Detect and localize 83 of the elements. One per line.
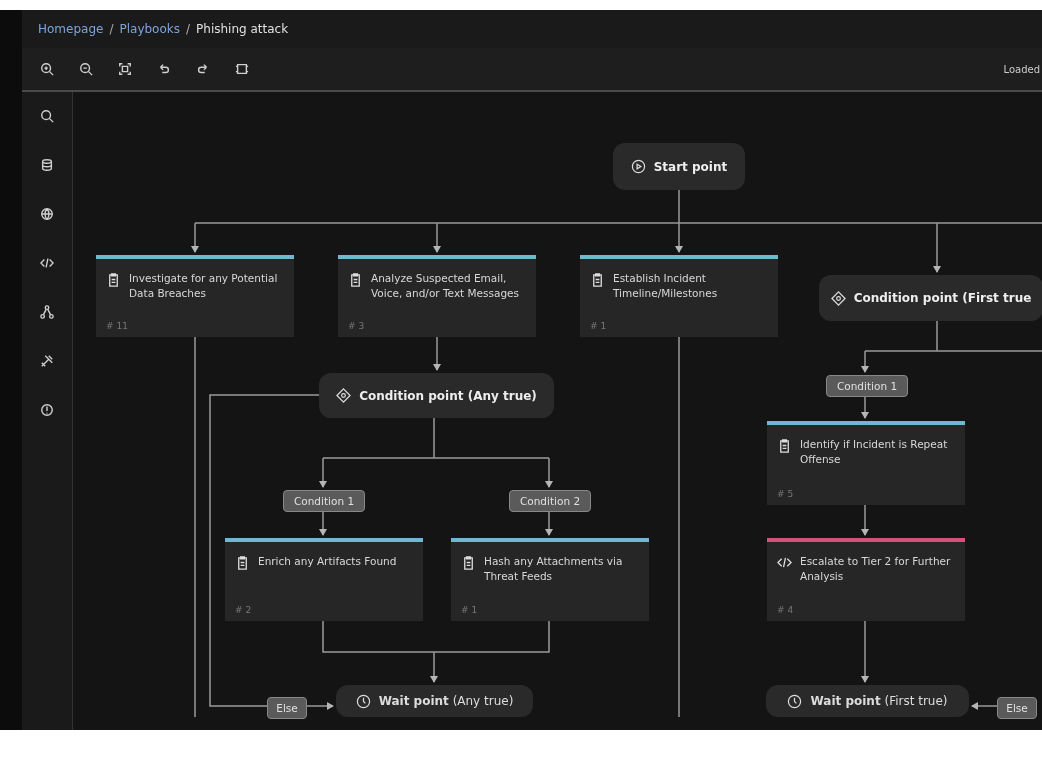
breadcrumb-link[interactable]: Homepage: [38, 22, 104, 36]
task-card[interactable]: Identify if Incident is Repeat Offense # 5: [767, 421, 965, 505]
connector-arrow: [933, 222, 941, 273]
clock-icon: [355, 693, 371, 709]
step-number: # 4: [777, 605, 794, 615]
step-number: # 5: [777, 489, 794, 499]
node-title: Wait point (Any true): [378, 694, 514, 708]
frame-icon[interactable]: [235, 62, 249, 76]
task-card[interactable]: Investigate for any Potential Data Breaches # 11: [96, 255, 294, 337]
task-card[interactable]: Analyze Suspected Email, Voice, and/or Text Messages # 3: [338, 255, 536, 337]
node-title: Start point: [653, 159, 728, 174]
connector-arrow: [319, 457, 327, 488]
connector-arrow: [319, 511, 327, 536]
task-title: Analyze Suspected Email, Voice, and/or Text Messages: [371, 271, 521, 301]
zoom-out-icon[interactable]: [79, 62, 93, 76]
node-title: Wait point (First true): [810, 694, 948, 708]
task-title: Investigate for any Potential Data Breaches: [129, 271, 279, 301]
clipboard-icon: [235, 555, 250, 570]
alert-icon[interactable]: [40, 403, 54, 417]
code-icon[interactable]: [40, 256, 54, 270]
play-circle-icon: [630, 159, 646, 174]
diamond-icon: [830, 290, 846, 306]
branch-label: Condition 1: [283, 490, 365, 512]
connector-arrow: [861, 350, 869, 373]
zoom-in-icon[interactable]: [40, 62, 54, 76]
connector-arrow: [861, 396, 869, 419]
connector-arrow: [971, 702, 998, 710]
branch-label: Condition 2: [509, 490, 591, 512]
clipboard-icon: [461, 555, 476, 570]
branch-label: Condition 1: [826, 375, 908, 397]
start-node[interactable]: Start point: [613, 143, 745, 190]
search-icon[interactable]: [40, 109, 54, 123]
connector-arrow: [191, 222, 199, 253]
connector-arrow: [306, 702, 334, 710]
code-icon: [777, 555, 792, 570]
connector-arrow: [430, 651, 438, 683]
fit-screen-icon[interactable]: [118, 62, 132, 76]
connector-arrow: [433, 222, 441, 253]
condition-node[interactable]: Condition point (First true: [819, 275, 1042, 321]
branch-label: Else: [997, 697, 1037, 719]
diamond-icon: [336, 388, 352, 403]
task-title: Escalate to Tier 2 for Further Analysis: [800, 554, 952, 584]
network-icon[interactable]: [40, 305, 54, 319]
database-icon[interactable]: [40, 158, 54, 172]
node-title: Condition point (First true: [853, 291, 1032, 305]
clipboard-icon: [106, 272, 121, 287]
step-number: # 1: [461, 605, 478, 615]
breadcrumb-current: Phishing attack: [196, 22, 289, 36]
clipboard-icon: [348, 272, 363, 287]
step-number: # 11: [106, 321, 128, 331]
task-title: Establish Incident Timeline/Milestones: [613, 271, 719, 301]
breadcrumb-separator: /: [109, 22, 114, 36]
step-number: # 2: [235, 605, 252, 615]
breadcrumb-link[interactable]: Playbooks: [119, 22, 180, 36]
connector-arrow: [675, 189, 683, 253]
connector-arrow: [545, 511, 553, 536]
task-card[interactable]: Hash any Attachments via Threat Feeds # 1: [451, 538, 649, 621]
connector-arrow: [433, 336, 441, 371]
step-number: # 1: [590, 321, 607, 331]
task-title: Identify if Incident is Repeat Offense: [800, 437, 949, 467]
wait-node[interactable]: Wait point (Any true): [336, 685, 533, 717]
task-card[interactable]: Enrich any Artifacts Found # 2: [225, 538, 423, 621]
task-card[interactable]: Establish Incident Timeline/Milestones # 1: [580, 255, 778, 337]
clipboard-icon: [590, 272, 605, 287]
clock-icon: [787, 693, 803, 709]
connector-arrow: [861, 620, 869, 683]
undo-icon[interactable]: [157, 62, 171, 76]
wait-node[interactable]: Wait point (First true): [766, 685, 969, 717]
branch-label: Else: [267, 697, 307, 719]
task-title: Enrich any Artifacts Found: [258, 554, 397, 569]
breadcrumb-separator: /: [186, 22, 191, 36]
condition-node[interactable]: Condition point (Any true): [319, 373, 554, 418]
node-title: Condition point (Any true): [359, 388, 537, 403]
connector-arrow: [545, 457, 553, 488]
task-card[interactable]: Escalate to Tier 2 for Further Analysis # 4: [767, 538, 965, 621]
redo-icon[interactable]: [196, 62, 210, 76]
globe-icon[interactable]: [40, 207, 54, 221]
tools-icon[interactable]: [40, 354, 54, 368]
status-text: Loaded: [1003, 63, 1041, 75]
step-number: # 3: [348, 321, 365, 331]
connector-arrow: [861, 504, 869, 536]
task-title: Hash any Attachments via Threat Feeds: [484, 554, 624, 584]
clipboard-icon: [777, 438, 792, 453]
